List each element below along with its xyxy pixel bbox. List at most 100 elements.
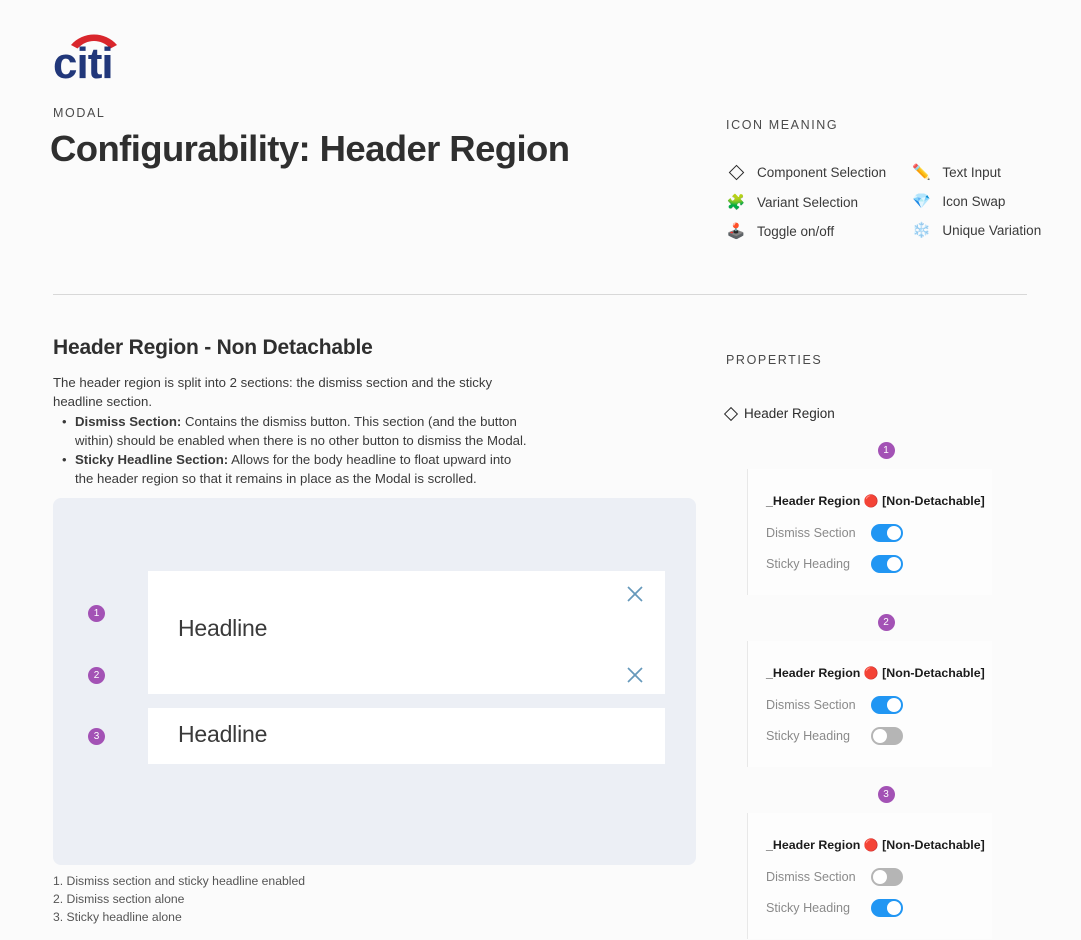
legend-label: Component Selection [757, 165, 887, 180]
diamond-outline-icon [723, 406, 739, 421]
icon-meaning-section: ICON MEANING Component Selection 🧩 Varia… [726, 118, 1046, 252]
legend-label: Text Input [942, 165, 1001, 180]
toggle-knob [887, 901, 901, 915]
property-row-dismiss-section: Dismiss Section [766, 868, 974, 886]
property-row-sticky-heading: Sticky Heading [766, 899, 974, 917]
section-title: Header Region - Non Detachable [53, 336, 373, 359]
property-row-sticky-heading: Sticky Heading [766, 555, 974, 573]
card-title-prefix: _Header Region [766, 666, 864, 680]
properties-group-1: 1 _Header Region 🔴 [Non-Detachable] Dism… [726, 442, 1046, 595]
legend-label: Icon Swap [942, 194, 1006, 209]
demo-row-badge: 1 [88, 605, 105, 622]
citi-logo: citi [53, 30, 135, 88]
demo-row-3: 3 Headline [88, 708, 665, 764]
property-label: Sticky Heading [766, 557, 850, 571]
demo-canvas: 1 Headline 2 3 Headline [53, 498, 696, 865]
properties-group-badge: 1 [877, 442, 895, 459]
legend-column-right: ✏️ Text Input 💎 Icon Swap ❄️ Unique Vari… [911, 164, 1046, 252]
brand-label: MODAL [53, 106, 106, 120]
toggle-knob [887, 526, 901, 540]
bullet-item-sticky-headline-section: Sticky Headline Section: Allows for the … [62, 451, 533, 488]
diamond-outline-icon [726, 164, 746, 183]
red-dot-icon: 🔴 [863, 666, 879, 680]
modal-headline: Headline [178, 615, 268, 641]
bullet-term: Sticky Headline Section: [75, 452, 229, 467]
demo-row-badge: 3 [88, 727, 105, 745]
toggle-knob [887, 698, 901, 712]
property-label: Sticky Heading [766, 729, 850, 743]
toggle-sticky-heading[interactable] [871, 727, 903, 745]
properties-card-title: _Header Region 🔴 [Non-Detachable] [766, 494, 985, 508]
legend-item-toggle-on-off: 🕹️ Toggle on/off [726, 223, 891, 241]
property-row-dismiss-section: Dismiss Section [766, 524, 974, 542]
toggle-knob [873, 729, 887, 743]
section-divider [53, 294, 1027, 295]
bullet-term: Dismiss Section: [75, 414, 182, 429]
legend-columns: Component Selection 🧩 Variant Selection … [726, 164, 1046, 252]
joystick-icon: 🕹️ [726, 223, 746, 240]
close-icon[interactable] [625, 584, 645, 604]
demo-row-2: 2 [88, 656, 665, 694]
card-title-prefix: _Header Region [766, 494, 864, 508]
legend-item-variant-selection: 🧩 Variant Selection [726, 194, 891, 212]
section-intro-text: The header region is split into 2 sectio… [53, 375, 493, 409]
svg-text:citi: citi [53, 39, 113, 88]
footnote-2: 2. Dismiss section alone [53, 892, 185, 906]
properties-kicker: PROPERTIES [726, 353, 823, 367]
footnote-1: 1. Dismiss section and sticky headline e… [53, 874, 306, 888]
legend-label: Variant Selection [757, 195, 859, 210]
main-content-left: Header Region - Non Detachable The heade… [53, 336, 698, 489]
modal-headline: Headline [178, 721, 268, 747]
properties-group-badge: 3 [877, 786, 895, 803]
properties-component-name: Header Region [744, 406, 835, 421]
legend-label: Unique Variation [942, 223, 1042, 238]
snowflake-icon: ❄️ [912, 222, 931, 239]
red-dot-icon: 🔴 [863, 838, 879, 852]
properties-card: _Header Region 🔴 [Non-Detachable] Dismis… [747, 813, 992, 939]
puzzle-piece-icon: 🧩 [726, 194, 746, 211]
property-row-sticky-heading: Sticky Heading [766, 727, 974, 745]
property-label: Dismiss Section [766, 526, 856, 540]
page-header: citi MODAL Configurability: Header Regio… [0, 0, 1081, 295]
modal-preview-2 [148, 656, 665, 694]
property-label: Sticky Heading [766, 901, 850, 915]
properties-card-title: _Header Region 🔴 [Non-Detachable] [766, 666, 985, 680]
properties-group-2: 2 _Header Region 🔴 [Non-Detachable] Dism… [726, 614, 1046, 767]
modal-preview-1: Headline [148, 571, 665, 656]
toggle-dismiss-section[interactable] [871, 868, 903, 886]
section-bullet-list: Dismiss Section: Contains the dismiss bu… [53, 413, 533, 488]
properties-card: _Header Region 🔴 [Non-Detachable] Dismis… [747, 641, 992, 767]
page-root: citi MODAL Configurability: Header Regio… [0, 0, 1081, 940]
legend-item-icon-swap: 💎 Icon Swap [911, 193, 1046, 211]
toggle-knob [873, 870, 887, 884]
property-label: Dismiss Section [766, 870, 856, 884]
toggle-dismiss-section[interactable] [871, 524, 903, 542]
property-label: Dismiss Section [766, 698, 856, 712]
legend-item-text-input: ✏️ Text Input [911, 164, 1046, 182]
demo-footnotes: 1. Dismiss section and sticky headline e… [53, 872, 553, 926]
toggle-knob [887, 557, 901, 571]
legend-item-unique-variation: ❄️ Unique Variation [911, 222, 1046, 240]
bullet-item-dismiss-section: Dismiss Section: Contains the dismiss bu… [62, 413, 533, 450]
properties-panel: PROPERTIES Header Region 1 _Header Regio… [723, 353, 1046, 939]
pencil-icon: ✏️ [912, 164, 931, 181]
properties-group-badge: 2 [877, 614, 895, 631]
property-row-dismiss-section: Dismiss Section [766, 696, 974, 714]
properties-component-row: Header Region [723, 406, 1046, 421]
legend-item-component-selection: Component Selection [726, 164, 891, 183]
toggle-dismiss-section[interactable] [871, 696, 903, 714]
demo-row-1: 1 Headline [88, 571, 665, 656]
card-title-prefix: _Header Region [766, 838, 864, 852]
toggle-sticky-heading[interactable] [871, 555, 903, 573]
close-icon[interactable] [625, 665, 645, 685]
card-title-suffix: [Non-Detachable] [878, 666, 985, 680]
modal-preview-3: Headline [148, 708, 665, 764]
icon-meaning-kicker: ICON MEANING [726, 118, 839, 132]
properties-group-3: 3 _Header Region 🔴 [Non-Detachable] Dism… [726, 786, 1046, 939]
properties-card-title: _Header Region 🔴 [Non-Detachable] [766, 838, 985, 852]
toggle-sticky-heading[interactable] [871, 899, 903, 917]
page-title: Configurability: Header Region [50, 128, 570, 169]
gem-icon: 💎 [912, 193, 931, 210]
card-title-suffix: [Non-Detachable] [878, 494, 985, 508]
card-title-suffix: [Non-Detachable] [878, 838, 985, 852]
